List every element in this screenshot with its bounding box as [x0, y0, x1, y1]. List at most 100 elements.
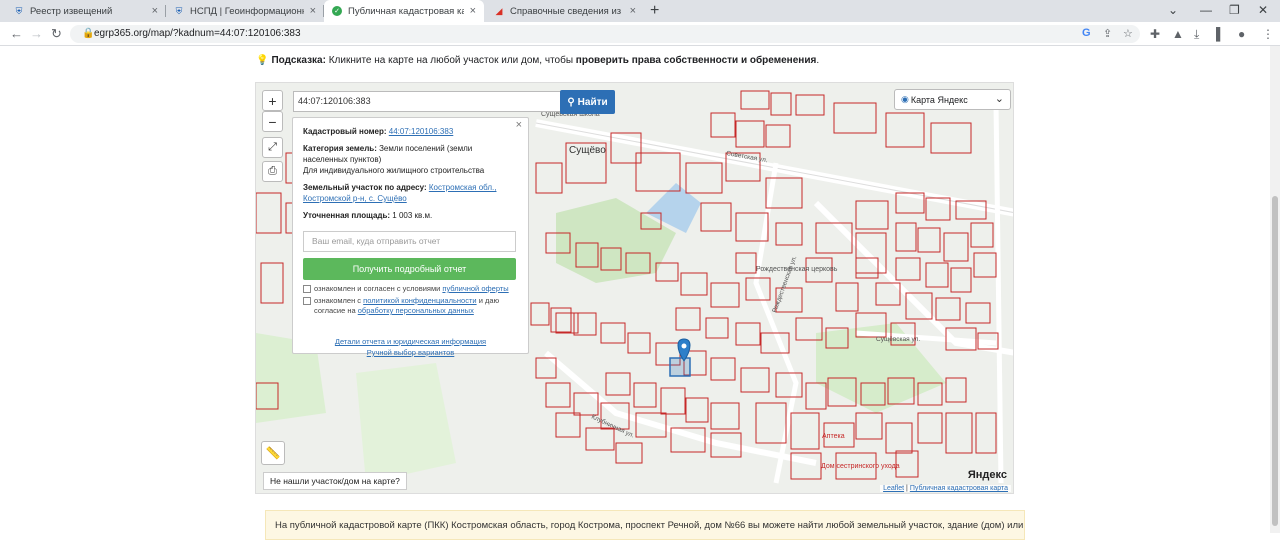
- printer-icon: ⎙: [268, 165, 277, 177]
- kad-link[interactable]: 44:07:120106:383: [389, 127, 454, 136]
- cat-row: Категория земель: Земли поселений (земли…: [303, 143, 518, 176]
- close-icon[interactable]: ×: [310, 5, 316, 17]
- zoom-out-button[interactable]: −: [262, 111, 283, 132]
- maximize-icon[interactable]: ❐: [1229, 3, 1240, 17]
- tab-registry[interactable]: ⛨ Реестр извещений ×: [6, 0, 166, 22]
- scrollbar-thumb[interactable]: [1272, 196, 1278, 526]
- ruler-icon: 📏: [265, 446, 281, 460]
- parcel-popup: × Кадастровый номер: 44:07:120106:383 Ка…: [292, 117, 529, 357]
- flask-icon[interactable]: ▲: [1172, 27, 1184, 41]
- check-icon: ✓: [332, 6, 342, 16]
- search-input[interactable]: 44:07:120106:383: [293, 91, 561, 112]
- close-icon[interactable]: ×: [152, 5, 158, 17]
- close-window-icon[interactable]: ✕: [1258, 3, 1268, 17]
- tab-title: Справочные сведения из ФГИС: [510, 5, 624, 17]
- hint-bold: проверить права собственности и обремене…: [575, 55, 817, 66]
- tab-title: Реестр извещений: [30, 5, 113, 17]
- chevron-down-icon: ⌄: [994, 93, 1004, 105]
- search-icon: ⚲: [567, 96, 575, 108]
- address-bar: ← → ↻ 🔒 egrp365.org/map/?kadnum=44:07:12…: [0, 22, 1280, 46]
- shield-icon: ⛨: [15, 5, 23, 16]
- tab-cadastral-map[interactable]: ✓ Публичная кадастровая карта ×: [324, 0, 484, 22]
- lightbulb-icon: 💡: [256, 55, 269, 66]
- tab-title: Публичная кадастровая карта: [348, 5, 464, 17]
- privacy-checkbox-row: ознакомлен с политикой конфиденциальност…: [303, 296, 518, 316]
- privacy-checkbox[interactable]: [303, 297, 311, 305]
- details-link[interactable]: Детали отчета и юридическая информация: [335, 337, 486, 346]
- personal-data-link[interactable]: обработку персональных данных: [358, 306, 474, 315]
- close-icon[interactable]: ×: [516, 120, 522, 131]
- offer-link[interactable]: публичной оферты: [442, 284, 508, 293]
- lock-icon: 🔒: [82, 28, 95, 39]
- back-icon[interactable]: ←: [10, 26, 23, 41]
- menu-icon[interactable]: ⋮: [1262, 27, 1274, 41]
- leaflet-link[interactable]: Leaflet: [883, 485, 904, 492]
- kad-label: Кадастровый номер:: [303, 127, 387, 136]
- popup-links: Детали отчета и юридическая информация Р…: [303, 336, 518, 358]
- info-box: На публичной кадастровой карте (ПКК) Кос…: [265, 510, 1025, 540]
- ruler-button[interactable]: 📏: [261, 441, 285, 465]
- offer-checkbox-row: ознакомлен и согласен с условиями публич…: [303, 284, 518, 294]
- profile-icon[interactable]: ●: [1238, 27, 1245, 41]
- kad-row: Кадастровый номер: 44:07:120106:383: [303, 126, 518, 137]
- layer-select[interactable]: ◉ Карта Яндекс ⌄: [894, 89, 1011, 110]
- google-icon[interactable]: G: [1082, 27, 1091, 39]
- cadastral-map[interactable]: Сущёво Рождественская церковь Аптека Сущ…: [255, 82, 1014, 494]
- area-value: 1 003 кв.м.: [392, 211, 433, 220]
- not-found-button[interactable]: Не нашли участок/дом на карте?: [263, 472, 407, 490]
- village-label: Сущёво: [569, 145, 606, 156]
- offer-checkbox[interactable]: [303, 285, 311, 293]
- get-report-button[interactable]: Получить подробный отчет: [303, 258, 516, 280]
- tab-nspd[interactable]: ⛨ НСПД | Геоинформационный п ×: [166, 0, 324, 22]
- area-label: Уточненная площадь:: [303, 211, 391, 220]
- pharmacy-label: Аптека: [822, 433, 845, 440]
- use-value: Для индивидуального жилищного строительс…: [303, 166, 485, 175]
- print-button[interactable]: ⎙: [262, 161, 283, 182]
- addr-label: Земельный участок по адресу:: [303, 183, 427, 192]
- check1-text: ознакомлен и согласен с условиями: [314, 284, 441, 293]
- hint-text: Кликните на карте на любой участок или д…: [328, 55, 574, 66]
- home-label: Дом сестринского ухода: [821, 463, 900, 470]
- forward-icon[interactable]: →: [30, 26, 43, 41]
- pkk-link[interactable]: Публичная кадастровая карта: [910, 485, 1008, 492]
- search-button[interactable]: ⚲ Найти: [560, 90, 615, 114]
- extensions-icon[interactable]: ✚: [1150, 27, 1160, 41]
- reload-icon[interactable]: ↻: [51, 26, 62, 42]
- hint-end: .: [816, 55, 820, 66]
- url-text[interactable]: egrp365.org/map/?kadnum=44:07:120106:383: [94, 28, 301, 39]
- map-icon: ◢: [495, 5, 503, 16]
- attribution-sep: |: [906, 485, 908, 492]
- attribution: Leaflet | Публичная кадастровая карта: [880, 485, 1011, 492]
- layer-select-value: Карта Яндекс: [910, 94, 968, 105]
- tab-search-icon[interactable]: ⌄: [1168, 3, 1178, 17]
- zoom-in-button[interactable]: +: [262, 90, 283, 111]
- share-icon[interactable]: ⇪: [1103, 27, 1112, 40]
- church-label: Рождественская церковь: [756, 266, 838, 273]
- street2-label: Сущёвская ул.: [876, 336, 920, 343]
- tab-title: НСПД | Геоинформационный п: [190, 5, 304, 17]
- street4-label: Рождественская ул.: [771, 255, 798, 314]
- check2-text: ознакомлен с: [314, 296, 362, 305]
- new-tab-button[interactable]: +: [650, 2, 659, 20]
- yandex-logo: Яндекс: [967, 469, 1007, 481]
- download-icon[interactable]: ⤓: [1194, 27, 1199, 42]
- cat-label: Категория земель:: [303, 144, 377, 153]
- sidebar-icon[interactable]: ▌: [1216, 27, 1225, 41]
- close-icon[interactable]: ×: [470, 5, 476, 17]
- minimize-icon[interactable]: —: [1200, 3, 1212, 17]
- manual-link[interactable]: Ручной выбор вариантов: [367, 348, 455, 357]
- email-field[interactable]: Ваш email, куда отправить отчет: [303, 231, 516, 252]
- tab-bar: ⛨ Реестр извещений × ⛨ НСПД | Геоинформа…: [0, 0, 1280, 22]
- expand-icon: ⤢: [268, 141, 277, 153]
- shield-icon: ⛨: [175, 5, 183, 16]
- bookmark-star-icon[interactable]: ☆: [1123, 27, 1133, 40]
- hint-line: 💡 Подсказка: Кликните на карте на любой у…: [256, 55, 819, 66]
- omnibox[interactable]: 🔒 egrp365.org/map/?kadnum=44:07:120106:3…: [70, 25, 1140, 43]
- addr-row: Земельный участок по адресу: Костромская…: [303, 182, 518, 204]
- privacy-link[interactable]: политикой конфиденциальности: [363, 296, 476, 305]
- page-scrollbar[interactable]: [1270, 46, 1280, 533]
- close-icon[interactable]: ×: [630, 5, 636, 17]
- fullscreen-button[interactable]: ⤢: [262, 137, 283, 158]
- radio-icon: ◉: [901, 94, 909, 104]
- tab-fgis[interactable]: ◢ Справочные сведения из ФГИС ×: [486, 0, 644, 22]
